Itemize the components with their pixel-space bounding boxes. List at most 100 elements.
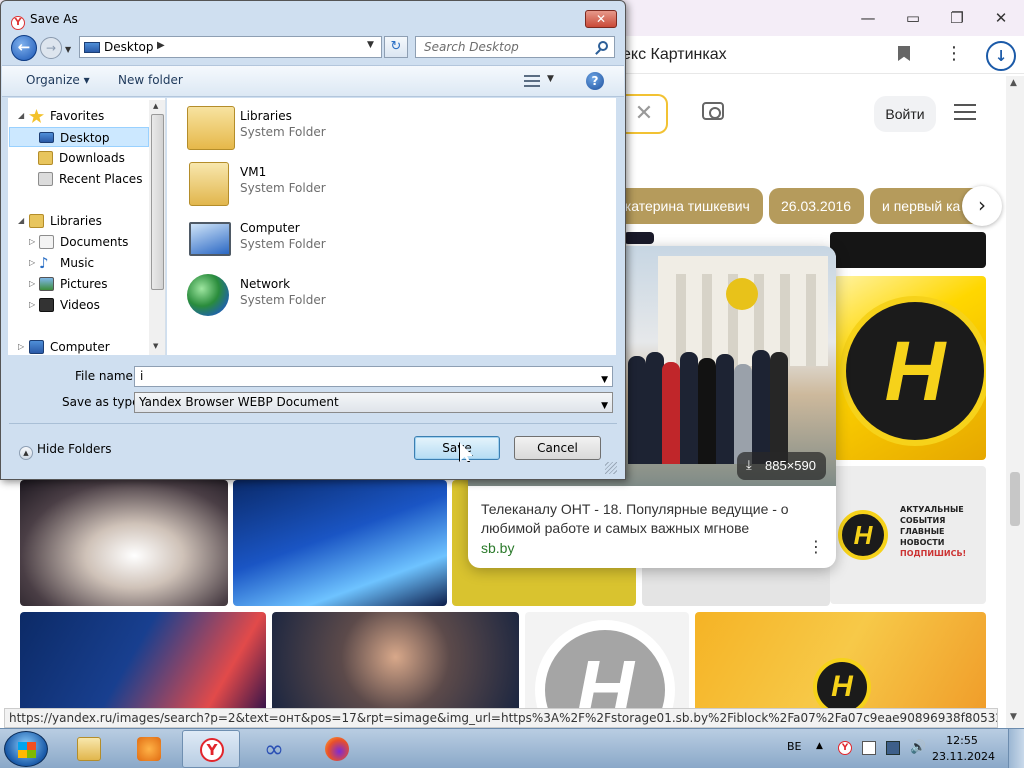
save-button[interactable]: Save	[414, 436, 500, 460]
hide-folders-button[interactable]: ▲ Hide Folders	[19, 442, 112, 460]
savetype-dropdown-icon[interactable]: ▼	[601, 397, 608, 416]
breadcrumb-desktop[interactable]: Desktop	[104, 40, 154, 54]
clear-search-button[interactable]: ✕	[622, 94, 668, 134]
language-indicator[interactable]: BE	[787, 740, 802, 753]
downloads-icon[interactable]: ↓	[986, 41, 1016, 71]
nav-videos[interactable]: ▷ Videos	[8, 295, 148, 315]
more-menu-icon[interactable]: ⋮	[945, 43, 963, 64]
collapse-arrow-icon[interactable]: ▷	[29, 232, 35, 252]
resize-grip[interactable]	[605, 462, 617, 474]
nav-recent-places[interactable]: Recent Places	[8, 169, 148, 189]
taskbar-media-player[interactable]	[120, 730, 178, 768]
image-result[interactable]	[830, 232, 986, 268]
preview-source-link[interactable]: sb.by	[481, 540, 514, 556]
yandex-tray-icon[interactable]: Y	[838, 741, 852, 755]
bookmark-icon[interactable]	[898, 46, 910, 61]
nav-scrollbar[interactable]: ▲ ▼	[149, 100, 165, 355]
forward-arrow-icon[interactable]: →	[40, 37, 62, 59]
new-folder-button[interactable]: New folder	[118, 73, 183, 87]
image-result[interactable]	[272, 612, 519, 712]
scrollbar-thumb[interactable]	[151, 114, 164, 290]
preview-title[interactable]: Телеканалу ОНТ - 18. Популярные ведущие …	[481, 500, 811, 538]
collapse-arrow-icon[interactable]: ▷	[29, 295, 35, 315]
image-result[interactable]	[233, 480, 447, 606]
nav-documents[interactable]: ▷ Documents	[8, 232, 148, 252]
file-item-network[interactable]: Network System Folder	[185, 272, 425, 322]
file-item-libraries[interactable]: Libraries System Folder	[185, 104, 425, 154]
nav-libraries[interactable]: ◢ Libraries	[8, 211, 148, 231]
suggest-chip[interactable]: екатерина тишкевич	[605, 188, 763, 224]
back-arrow-icon[interactable]: ←	[11, 35, 37, 61]
breadcrumb[interactable]: Desktop ▶ ▼	[79, 36, 382, 58]
image-result[interactable]	[20, 480, 228, 606]
documents-icon	[39, 235, 54, 249]
expand-arrow-icon[interactable]: ◢	[18, 211, 24, 231]
hamburger-menu-icon[interactable]	[954, 104, 976, 120]
views-dropdown-icon[interactable]: ▼	[547, 74, 554, 84]
page-scrollbar[interactable]: ▲ ▼	[1006, 76, 1024, 728]
collapse-arrow-icon[interactable]: ▷	[18, 337, 24, 355]
file-item-computer[interactable]: Computer System Folder	[185, 216, 425, 266]
start-button[interactable]	[4, 731, 48, 767]
file-item-vm1[interactable]: VM1 System Folder	[185, 160, 425, 210]
address-bar[interactable]: екс Картинках ⋮ ↓	[600, 40, 1024, 74]
download-arrow-icon: ⤓	[746, 457, 752, 472]
nav-downloads[interactable]: Downloads	[8, 148, 148, 168]
nav-computer[interactable]: ▷ Computer	[8, 337, 148, 355]
cancel-button[interactable]: Cancel	[514, 436, 601, 460]
taskbar-yandex-browser[interactable]: Y	[182, 730, 240, 768]
image-result[interactable]: Н	[834, 276, 986, 460]
preview-more-icon[interactable]: ⋮	[808, 536, 824, 558]
volume-icon[interactable]: 🔊	[910, 741, 926, 755]
security-alert-icon[interactable]	[862, 741, 876, 755]
minimize-button[interactable]: —	[853, 6, 883, 30]
collapse-arrow-icon[interactable]: ▷	[29, 274, 35, 294]
show-desktop-button[interactable]	[1008, 729, 1024, 768]
person	[680, 352, 698, 464]
breadcrumb-chevron-icon[interactable]: ▶	[157, 40, 165, 51]
nav-music[interactable]: ▷ ♪ Music	[8, 253, 148, 273]
image-size-badge[interactable]: ⤓ 885×590	[737, 452, 826, 480]
restore-button[interactable]: ▭	[898, 6, 928, 30]
libraries-icon	[29, 214, 44, 228]
tray-overflow-icon[interactable]: ▲	[816, 741, 823, 751]
taskbar-firefox[interactable]	[308, 730, 366, 768]
views-icon[interactable]	[524, 75, 540, 87]
browser-close-button[interactable]: ✕	[986, 6, 1016, 30]
taskbar-app[interactable]: ∞	[245, 730, 303, 768]
scrollbar-thumb[interactable]	[1010, 472, 1020, 526]
search-input[interactable]: Search Desktop	[415, 36, 615, 58]
path-dropdown-icon[interactable]: ▼	[367, 40, 374, 50]
refresh-icon[interactable]: ↻	[384, 36, 408, 58]
expand-arrow-icon[interactable]: ◢	[18, 106, 24, 126]
scroll-down-arrow-icon[interactable]: ▼	[1010, 712, 1017, 722]
image-result[interactable]	[624, 232, 654, 244]
nav-desktop[interactable]: Desktop	[9, 127, 149, 147]
taskbar-explorer[interactable]	[60, 730, 118, 768]
clock[interactable]: 12:55 23.11.2024	[932, 733, 995, 765]
nav-favorites[interactable]: ◢ Favorites	[8, 106, 148, 126]
collapse-arrow-icon[interactable]: ▷	[29, 253, 35, 273]
chips-next-arrow-icon[interactable]: ›	[962, 186, 1002, 226]
image-result[interactable]: Н	[525, 612, 689, 712]
image-result[interactable]	[20, 612, 266, 712]
network-tray-icon[interactable]	[886, 741, 900, 755]
image-result[interactable]: Н	[695, 612, 986, 712]
filename-dropdown-icon[interactable]: ▼	[601, 371, 608, 390]
suggest-chip[interactable]: 26.03.2016	[769, 188, 864, 224]
savetype-select[interactable]: Yandex Browser WEBP Document ▼	[134, 392, 613, 413]
filename-input[interactable]: i ▼	[134, 366, 613, 387]
history-dropdown-icon[interactable]: ▼	[65, 45, 71, 54]
nav-pictures[interactable]: ▷ Pictures	[8, 274, 148, 294]
search-icon[interactable]	[598, 41, 608, 51]
help-icon[interactable]: ?	[586, 72, 604, 90]
scroll-down-arrow-icon[interactable]: ▼	[153, 342, 158, 350]
scroll-up-arrow-icon[interactable]: ▲	[1010, 78, 1017, 88]
organize-button[interactable]: Organize ▾	[26, 73, 90, 87]
maximize-button[interactable]: ❐	[942, 6, 972, 30]
image-result[interactable]: Н АКТУАЛЬНЫЕ СОБЫТИЯ ГЛАВНЫЕ НОВОСТИ ПОД…	[830, 466, 986, 604]
camera-search-icon[interactable]	[702, 102, 724, 120]
dialog-close-button[interactable]: ✕	[585, 10, 617, 28]
login-button[interactable]: Войти	[874, 96, 936, 132]
scroll-up-arrow-icon[interactable]: ▲	[153, 102, 158, 110]
